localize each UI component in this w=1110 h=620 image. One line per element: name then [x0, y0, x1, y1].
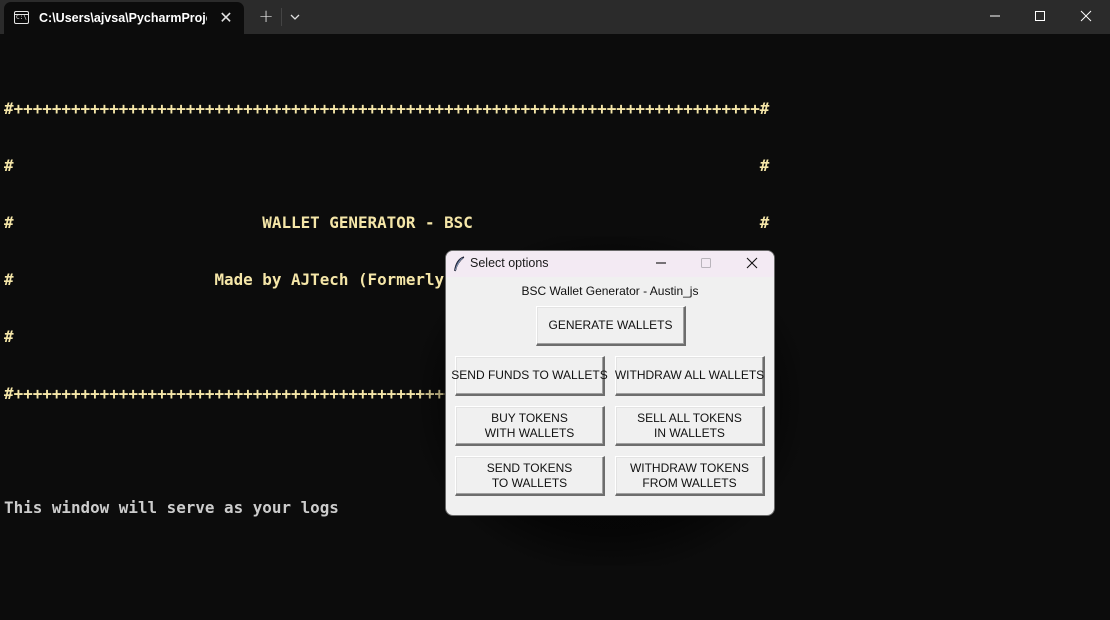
sell-tokens-button[interactable]: SELL ALL TOKENS IN WALLETS — [615, 406, 765, 446]
withdraw-tokens-button[interactable]: WITHDRAW TOKENS FROM WALLETS — [615, 456, 765, 496]
window-maximize-icon[interactable] — [1017, 0, 1063, 32]
terminal-tab[interactable]: C:\ C:\Users\ajvsa\PycharmProjects ✕ — [4, 2, 244, 34]
tk-feather-icon — [453, 256, 465, 272]
dialog-titlebar[interactable]: Select options — [446, 251, 774, 277]
terminal-cmd-icon-text: C:\ — [16, 14, 27, 21]
select-options-dialog: Select options BSC Wallet Generator - Au… — [445, 250, 775, 516]
dialog-heading: BSC Wallet Generator - Austin_js — [521, 284, 699, 298]
dialog-title: Select options — [470, 256, 549, 270]
banner-line: #+++++++++++++++++++++++++++++++++++++++… — [4, 99, 770, 118]
tab-title: C:\Users\ajvsa\PycharmProjects — [39, 11, 207, 25]
window-close-icon[interactable] — [1063, 0, 1109, 32]
banner-title-line: # WALLET GENERATOR - BSC # — [4, 213, 770, 232]
send-funds-button[interactable]: SEND FUNDS TO WALLETS — [451, 356, 608, 396]
withdraw-all-button[interactable]: WITHDRAW ALL WALLETS — [615, 356, 765, 396]
generate-wallets-button[interactable]: GENERATE WALLETS — [536, 306, 686, 346]
dialog-minimize-icon[interactable] — [653, 255, 669, 271]
dialog-close-icon[interactable] — [744, 255, 760, 271]
terminal-titlebar: C:\ C:\Users\ajvsa\PycharmProjects ✕ + — [0, 0, 1110, 34]
terminal-cmd-icon: C:\ — [14, 11, 29, 24]
tab-separator — [281, 8, 282, 26]
dialog-maximize-icon — [699, 256, 713, 270]
new-tab-plus-icon[interactable]: + — [256, 7, 276, 27]
tab-close-icon[interactable]: ✕ — [216, 8, 236, 28]
window-minimize-icon[interactable] — [972, 0, 1018, 32]
buy-tokens-button[interactable]: BUY TOKENS WITH WALLETS — [455, 406, 605, 446]
send-tokens-button[interactable]: SEND TOKENS TO WALLETS — [455, 456, 605, 496]
banner-line: # # — [4, 156, 770, 175]
chevron-down-icon[interactable] — [286, 8, 304, 26]
